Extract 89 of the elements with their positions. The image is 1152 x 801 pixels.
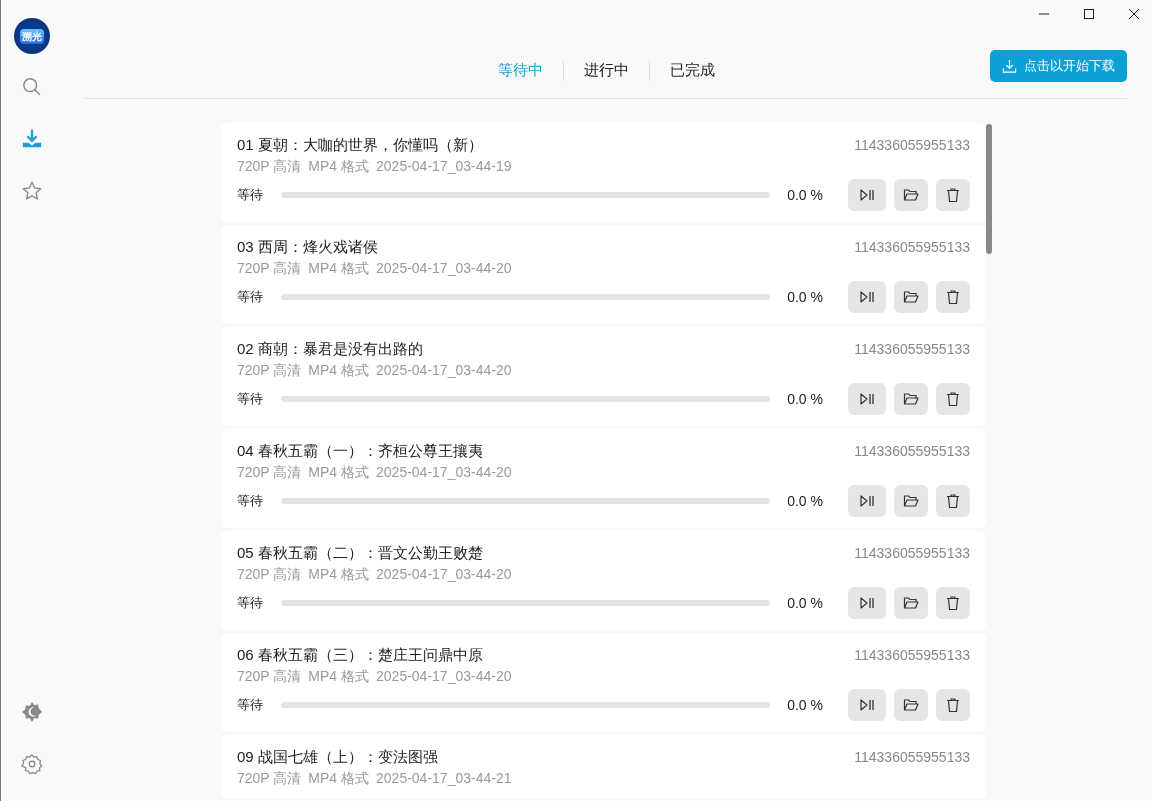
quality-label: 720P 高清 bbox=[237, 668, 302, 687]
status-label: 等待 bbox=[237, 492, 264, 511]
progress-percent: 0.0 % bbox=[786, 493, 823, 510]
play-pause-button[interactable] bbox=[848, 383, 886, 416]
video-id: 114336055955133 bbox=[854, 443, 970, 460]
trash-icon bbox=[945, 595, 961, 612]
delete-button[interactable] bbox=[936, 383, 970, 416]
format-label: MP4 格式 bbox=[308, 260, 370, 279]
delete-button[interactable] bbox=[936, 179, 970, 212]
timestamp: 2025-04-17_03-44-19 bbox=[376, 158, 512, 177]
progress-percent: 0.0 % bbox=[786, 289, 823, 306]
download-icon[interactable] bbox=[20, 128, 43, 150]
quality-label: 720P 高清 bbox=[237, 158, 302, 177]
delete-button[interactable] bbox=[936, 485, 970, 518]
timestamp: 2025-04-17_03-44-20 bbox=[376, 260, 512, 279]
timestamp: 2025-04-17_03-44-20 bbox=[376, 362, 512, 381]
open-folder-button[interactable] bbox=[894, 383, 928, 416]
delete-button[interactable] bbox=[936, 689, 970, 722]
video-title: 09 战国七雄（上）：变法图强 bbox=[237, 748, 438, 768]
tab[interactable]: 进行中 bbox=[563, 57, 649, 85]
star-icon[interactable] bbox=[20, 180, 43, 202]
delete-button[interactable] bbox=[936, 281, 970, 314]
format-label: MP4 格式 bbox=[308, 464, 370, 483]
quality-label: 720P 高清 bbox=[237, 464, 302, 483]
quality-label: 720P 高清 bbox=[237, 770, 302, 789]
video-title: 03 西周：烽火戏诸侯 bbox=[237, 238, 378, 258]
timestamp: 2025-04-17_03-44-20 bbox=[376, 566, 512, 585]
folder-icon bbox=[903, 187, 919, 204]
video-title: 06 春秋五霸（三）：楚庄王问鼎中原 bbox=[237, 646, 483, 666]
tab[interactable]: 已完成 bbox=[649, 57, 735, 85]
progress-percent: 0.0 % bbox=[786, 595, 823, 612]
status-label: 等待 bbox=[237, 696, 264, 715]
open-folder-button[interactable] bbox=[894, 587, 928, 620]
trash-icon bbox=[945, 187, 961, 204]
folder-icon bbox=[903, 289, 919, 306]
status-label: 等待 bbox=[237, 594, 264, 613]
trash-icon bbox=[945, 391, 961, 408]
play-pause-button[interactable] bbox=[848, 587, 886, 620]
progress-percent: 0.0 % bbox=[786, 697, 823, 714]
theme-icon[interactable] bbox=[20, 701, 43, 723]
open-folder-button[interactable] bbox=[894, 179, 928, 212]
video-title: 02 商朝：暴君是没有出路的 bbox=[237, 340, 423, 360]
play-pause-button[interactable] bbox=[848, 281, 886, 314]
search-icon[interactable] bbox=[20, 76, 43, 98]
play-pause-button[interactable] bbox=[848, 689, 886, 722]
progress-percent: 0.0 % bbox=[786, 391, 823, 408]
format-label: MP4 格式 bbox=[308, 362, 370, 381]
video-title: 01 夏朝：大咖的世界，你懂吗（新） bbox=[237, 136, 483, 156]
open-folder-button[interactable] bbox=[894, 281, 928, 314]
timestamp: 2025-04-17_03-44-20 bbox=[376, 464, 512, 483]
status-label: 等待 bbox=[237, 186, 264, 205]
quality-label: 720P 高清 bbox=[237, 566, 302, 585]
format-label: MP4 格式 bbox=[308, 566, 370, 585]
app-logo: 溯光 bbox=[13, 18, 50, 54]
folder-icon bbox=[903, 595, 919, 612]
trash-icon bbox=[945, 289, 961, 306]
quality-label: 720P 高清 bbox=[237, 260, 302, 279]
video-id: 114336055955133 bbox=[854, 137, 970, 154]
delete-button[interactable] bbox=[936, 587, 970, 620]
progress-percent: 0.0 % bbox=[786, 187, 823, 204]
folder-icon bbox=[903, 391, 919, 408]
video-id: 114336055955133 bbox=[854, 239, 970, 256]
status-label: 等待 bbox=[237, 390, 264, 409]
video-id: 114336055955133 bbox=[854, 749, 970, 766]
play-pause-button[interactable] bbox=[848, 485, 886, 518]
video-id: 114336055955133 bbox=[854, 647, 970, 664]
format-label: MP4 格式 bbox=[308, 158, 370, 177]
timestamp: 2025-04-17_03-44-21 bbox=[376, 770, 512, 789]
video-id: 114336055955133 bbox=[854, 341, 970, 358]
play-pause-button[interactable] bbox=[848, 179, 886, 212]
folder-icon bbox=[903, 697, 919, 714]
format-label: MP4 格式 bbox=[308, 770, 370, 789]
open-folder-button[interactable] bbox=[894, 485, 928, 518]
video-title: 04 春秋五霸（一）：齐桓公尊王攘夷 bbox=[237, 442, 483, 462]
open-folder-button[interactable] bbox=[894, 689, 928, 722]
video-id: 114336055955133 bbox=[854, 545, 970, 562]
quality-label: 720P 高清 bbox=[237, 362, 302, 381]
download-icon bbox=[1002, 58, 1017, 74]
trash-icon bbox=[945, 493, 961, 510]
format-label: MP4 格式 bbox=[308, 668, 370, 687]
video-title: 05 春秋五霸（二）：晋文公勤王败楚 bbox=[237, 544, 483, 564]
trash-icon bbox=[945, 697, 961, 714]
timestamp: 2025-04-17_03-44-20 bbox=[376, 668, 512, 687]
close-icon[interactable] bbox=[1128, 8, 1140, 20]
folder-icon bbox=[903, 493, 919, 510]
settings-icon[interactable] bbox=[20, 753, 43, 775]
scrollbar-thumb[interactable] bbox=[986, 124, 992, 255]
maximize-icon[interactable] bbox=[1083, 8, 1095, 20]
status-label: 等待 bbox=[237, 288, 264, 307]
